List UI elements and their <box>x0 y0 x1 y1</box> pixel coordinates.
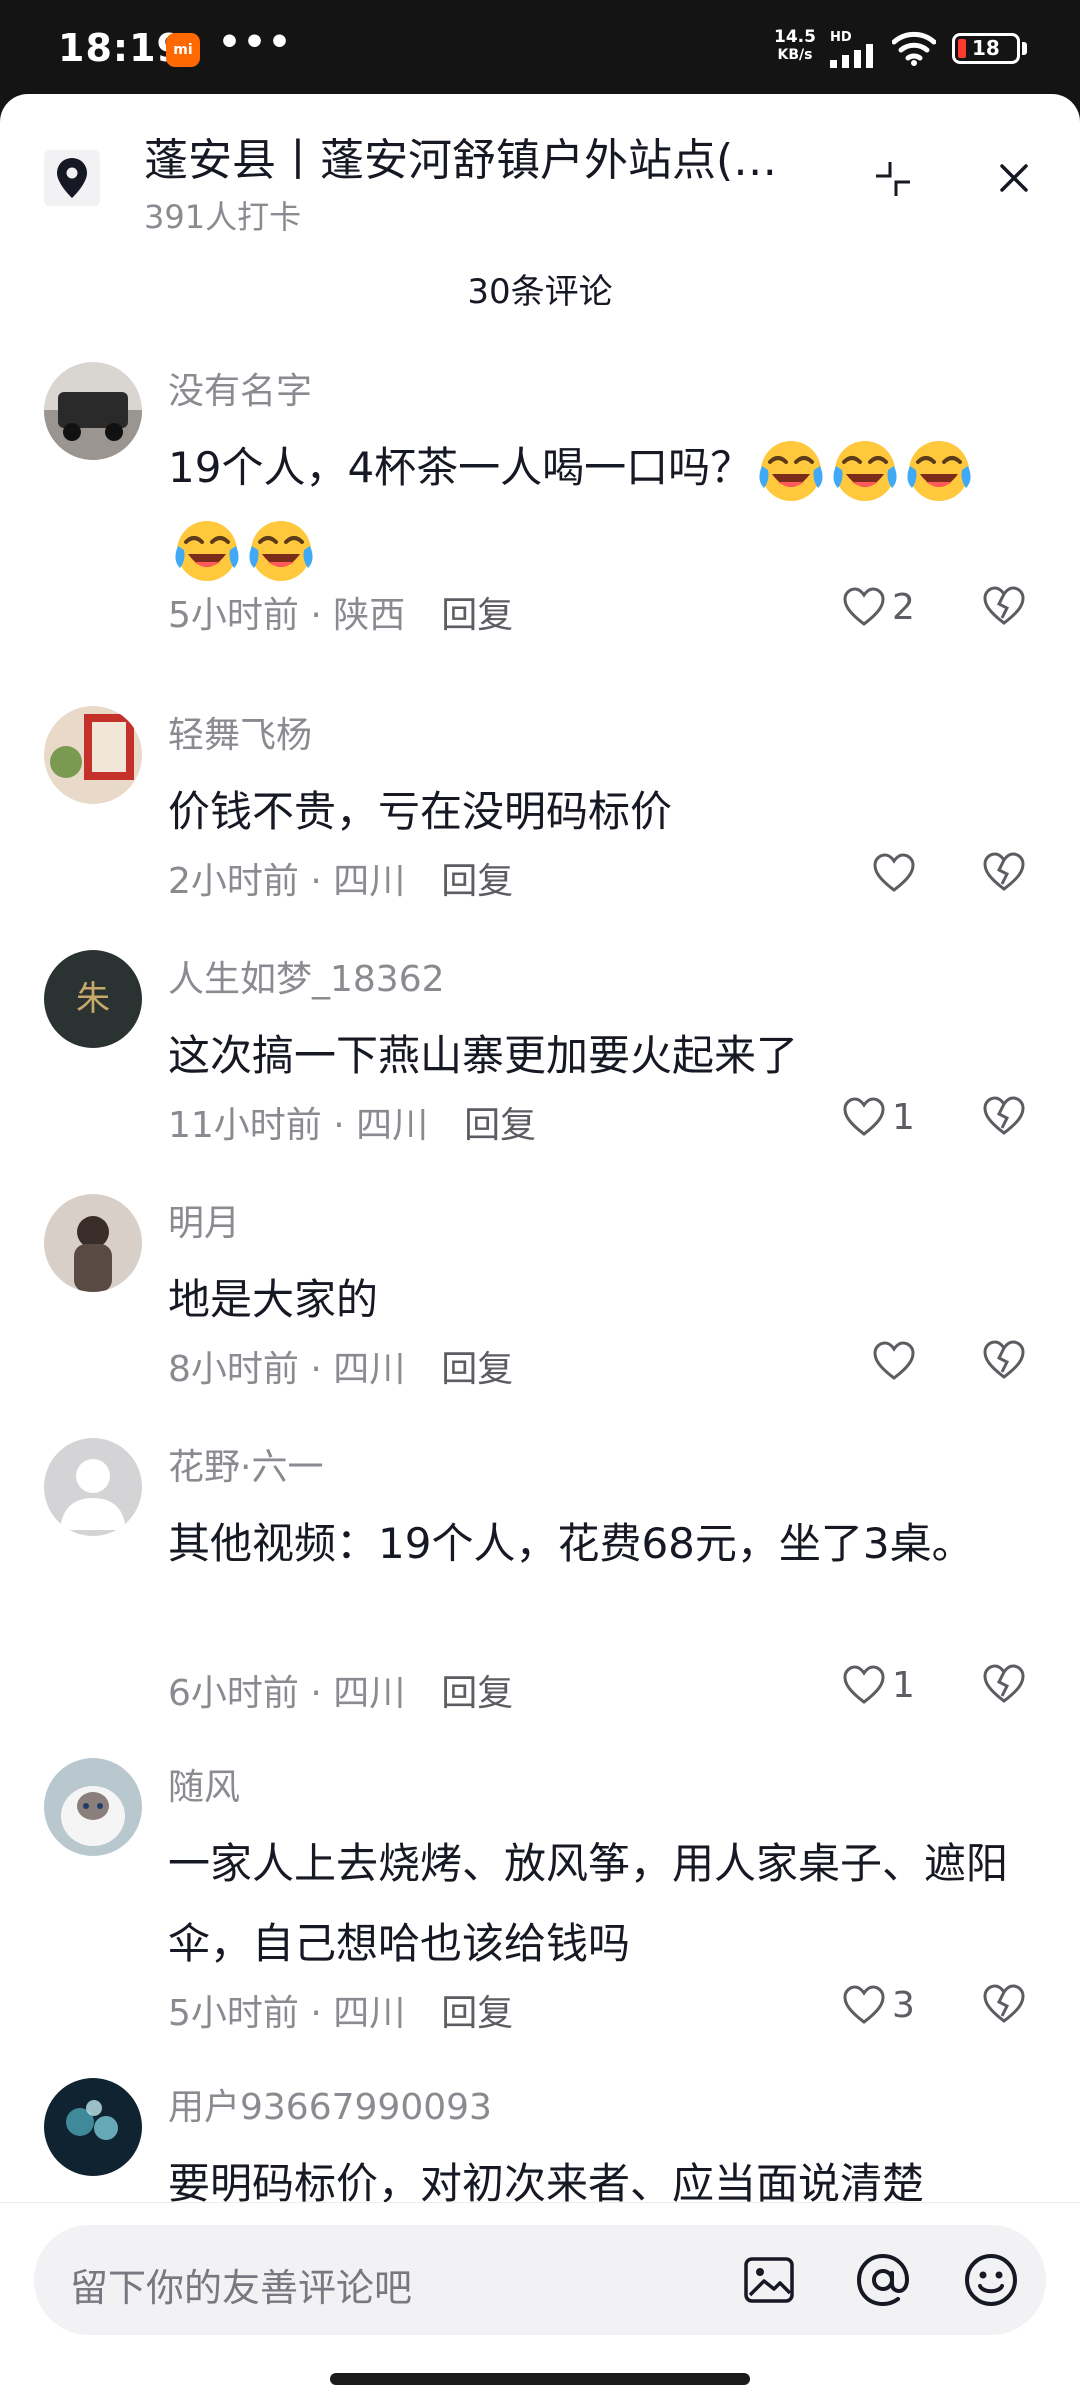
close-icon[interactable] <box>990 154 1038 202</box>
location-pin-icon <box>57 158 87 198</box>
more-notifications-icon: ••• <box>218 22 294 63</box>
like-button[interactable]: 3 <box>842 1980 922 2030</box>
heart-icon <box>843 1985 885 2024</box>
wifi-icon <box>892 31 936 66</box>
avatar[interactable] <box>44 362 142 460</box>
laughing-tears-emoji <box>756 436 826 506</box>
comment-time: 11小时前 <box>168 1105 322 1146</box>
comment-username[interactable]: 用户93667990093 <box>168 2078 492 2130</box>
battery-level: 18 <box>972 36 1000 60</box>
comment-input-placeholder: 留下你的友善评论吧 <box>70 2266 413 2310</box>
net-speed-value: 14.5 <box>774 27 816 47</box>
collapse-icon[interactable] <box>868 154 918 204</box>
mi-app-icon: mi <box>166 33 200 67</box>
comment-text-body: 这次搞一下燕山寨更加要火起来了 <box>168 1031 799 1080</box>
comment-region: 四川 <box>356 1105 429 1146</box>
like-button[interactable] <box>872 1336 952 1386</box>
location-icon-box[interactable] <box>44 150 100 206</box>
comment-text: 19个人，4杯茶一人喝一口吗？ <box>168 428 1038 588</box>
comment-count-title: 30条评论 <box>467 272 613 312</box>
net-speed-unit: KB/s <box>777 47 813 63</box>
broken-heart-icon[interactable] <box>982 1094 1026 1138</box>
like-count: 2 <box>892 586 915 628</box>
comment-username[interactable]: 花野·六一 <box>168 1438 323 1490</box>
comment-meta: 5小时前 · 四川 回复 <box>168 1993 514 2034</box>
comment-meta: 8小时前 · 四川 回复 <box>168 1349 514 1390</box>
broken-heart-icon[interactable] <box>982 1982 1026 2026</box>
like-button[interactable]: 1 <box>842 1092 922 1142</box>
comment-username[interactable]: 人生如梦_18362 <box>168 950 445 1002</box>
comment-meta: 6小时前 · 四川 回复 <box>168 1673 514 1714</box>
broken-heart-icon[interactable] <box>982 584 1026 628</box>
reply-button[interactable]: 回复 <box>441 861 513 902</box>
like-count: 1 <box>892 1096 915 1138</box>
comment-username[interactable]: 明月 <box>168 1194 240 1246</box>
heart-icon <box>843 1665 885 1704</box>
comment-region: 四川 <box>333 861 406 902</box>
reply-button[interactable]: 回复 <box>464 1105 536 1146</box>
comment-meta: 11小时前 · 四川 回复 <box>168 1105 537 1146</box>
at-icon[interactable] <box>854 2251 912 2309</box>
broken-heart-icon[interactable] <box>982 1338 1026 1382</box>
comment-input[interactable]: 留下你的友善评论吧 <box>34 2225 1046 2335</box>
net-speed: 14.5 KB/s <box>774 27 816 64</box>
svg-text:朱: 朱 <box>76 979 110 1019</box>
comment-meta: 5小时前 · 陕西 回复 <box>168 595 514 636</box>
comment-time: 5小时前 <box>168 1993 299 2034</box>
laughing-tears-emoji <box>904 436 974 506</box>
comment-region: 四川 <box>333 1349 406 1390</box>
like-button[interactable]: 2 <box>842 582 922 632</box>
reply-button[interactable]: 回复 <box>441 595 513 636</box>
like-count: 3 <box>892 1984 915 2026</box>
heart-icon <box>873 853 915 892</box>
comment-composer: 留下你的友善评论吧 <box>0 2202 1080 2400</box>
avatar[interactable]: 朱 <box>44 950 142 1048</box>
checkin-count: 391人打卡 <box>144 198 302 236</box>
comment-region: 四川 <box>333 1993 406 2034</box>
emoji-icon[interactable] <box>962 2251 1020 2309</box>
comment-text-body: 地是大家的 <box>168 1275 379 1324</box>
broken-heart-icon[interactable] <box>982 850 1026 894</box>
hd-indicator: HD <box>830 30 852 45</box>
comment-text-body: 一家人上去烧烤、放风筝，用人家桌子、遮阳伞，自己想哈也该给钱吗 <box>168 1839 1009 1968</box>
comment-time: 6小时前 <box>168 1673 299 1714</box>
image-icon[interactable] <box>742 2253 796 2307</box>
reply-button[interactable]: 回复 <box>441 1349 513 1390</box>
home-indicator[interactable] <box>330 2373 750 2385</box>
avatar[interactable] <box>44 1438 142 1536</box>
like-count: 1 <box>892 1664 915 1706</box>
laughing-tears-emoji <box>246 516 316 586</box>
broken-heart-icon[interactable] <box>982 1662 1026 1706</box>
like-button[interactable] <box>872 848 952 898</box>
reply-button[interactable]: 回复 <box>441 1673 513 1714</box>
comment-username[interactable]: 轻舞飞杨 <box>168 706 312 758</box>
comments-sheet: 蓬安县丨蓬安河舒镇户外站点(… 391人打卡 30条评论 没有名字 19个人，4… <box>0 94 1080 2400</box>
laughing-tears-emoji <box>830 436 900 506</box>
laughing-tears-emoji <box>172 516 242 586</box>
avatar[interactable] <box>44 2078 142 2176</box>
comment-time: 8小时前 <box>168 1349 299 1390</box>
comment-text-body: 价钱不贵，亏在没明码标价 <box>168 787 673 836</box>
avatar[interactable] <box>44 1194 142 1292</box>
comment-meta: 2小时前 · 四川 回复 <box>168 861 514 902</box>
comment-time: 5小时前 <box>168 595 299 636</box>
heart-icon <box>843 587 885 626</box>
like-button[interactable]: 1 <box>842 1660 922 1710</box>
reply-button[interactable]: 回复 <box>441 1993 513 2034</box>
comment-time: 2小时前 <box>168 861 299 902</box>
comment-region: 陕西 <box>333 595 406 636</box>
comment-text-body: 其他视频：19个人，花费68元，坐了3桌。 <box>168 1519 974 1568</box>
location-title[interactable]: 蓬安县丨蓬安河舒镇户外站点(… <box>144 124 804 188</box>
status-bar: 18:19 mi ••• 14.5 KB/s HD 18 <box>0 0 1080 96</box>
signal-icon <box>830 44 873 68</box>
battery-icon: 18 <box>952 33 1020 64</box>
heart-icon <box>843 1097 885 1136</box>
avatar[interactable] <box>44 706 142 804</box>
comment-username[interactable]: 没有名字 <box>168 362 312 414</box>
comment-text-body: 19个人，4杯茶一人喝一口吗？ <box>168 443 753 492</box>
heart-icon <box>873 1341 915 1380</box>
avatar[interactable] <box>44 1758 142 1856</box>
comment-region: 四川 <box>333 1673 406 1714</box>
comment-username[interactable]: 随风 <box>168 1758 240 1810</box>
